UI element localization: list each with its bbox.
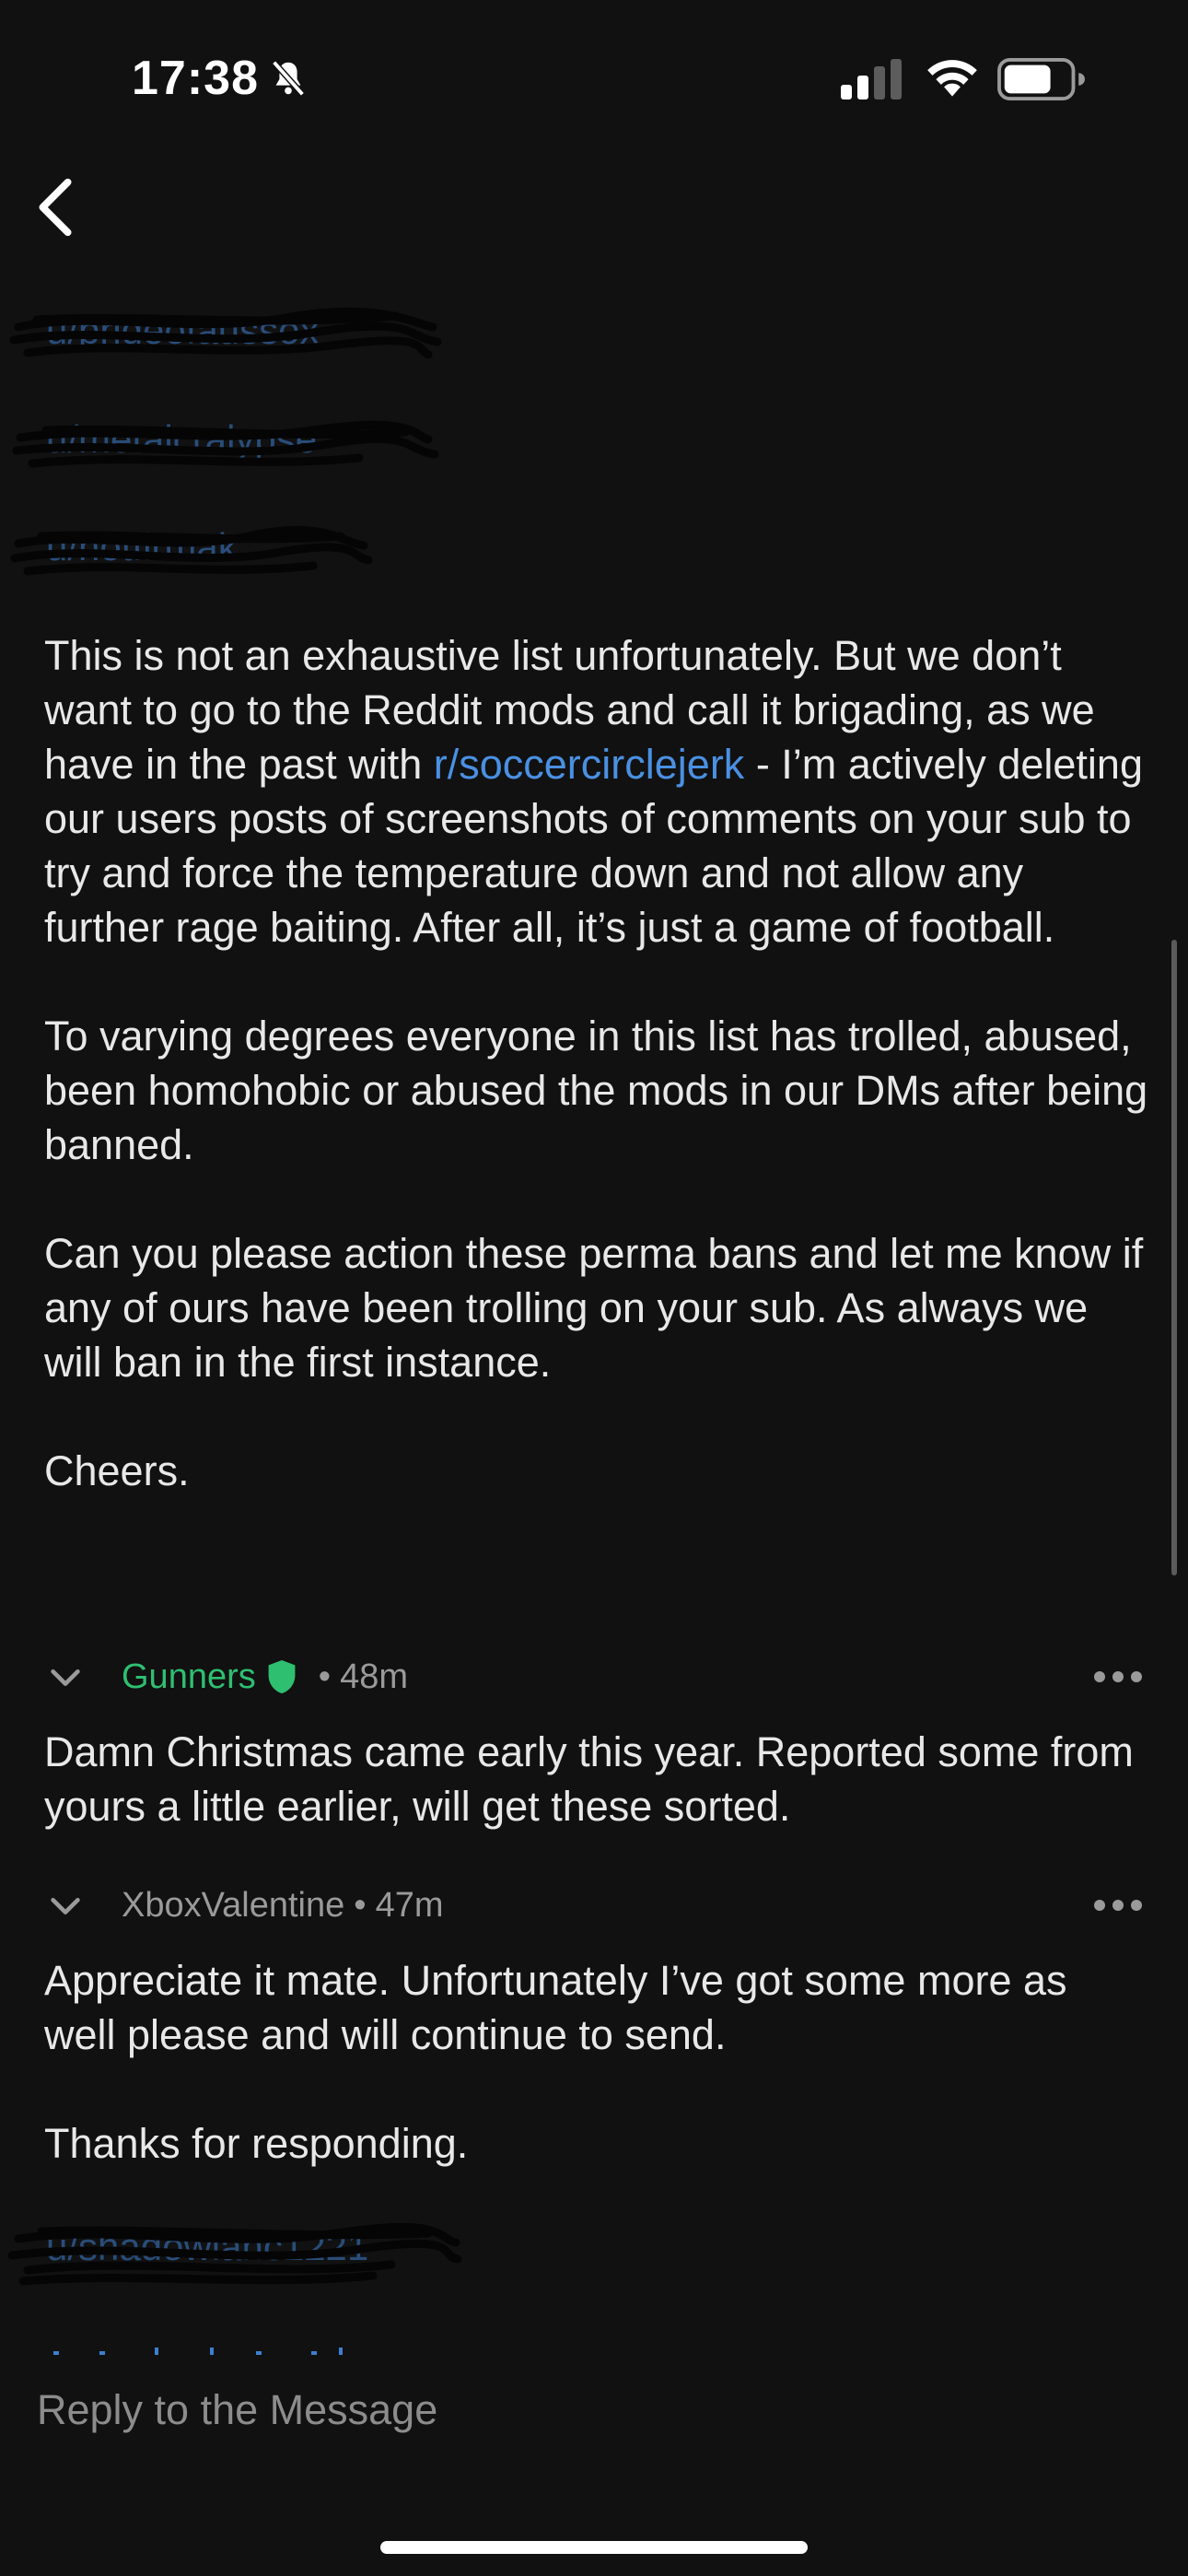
reply-input[interactable]: Reply to the Message <box>37 2386 437 2434</box>
scribble-overlay <box>12 420 439 468</box>
status-bar: 17:38 <box>0 0 1188 157</box>
comment-paragraph: Appreciate it mate. Unfortunately I’ve g… <box>44 1957 1067 2058</box>
redacted-user-link[interactable]: u/prideofaussox <box>9 307 442 364</box>
comment-body: Damn Christmas came early this year. Rep… <box>44 1725 1149 1888</box>
more-options-icon[interactable] <box>1092 1668 1144 1686</box>
home-indicator[interactable] <box>380 2541 808 2554</box>
comment-age: 48m <box>340 1657 408 1696</box>
collapse-chevron-icon[interactable] <box>44 1656 87 1698</box>
wifi-icon <box>927 60 977 97</box>
message-body: This is not an exhaustive list unfortuna… <box>44 628 1149 1552</box>
battery-icon <box>997 58 1085 100</box>
partial-link-fragment <box>53 2348 343 2355</box>
more-options-icon[interactable] <box>1092 1896 1144 1914</box>
comment-author[interactable]: Gunners <box>122 1657 256 1697</box>
mod-shield-icon <box>268 1660 296 1693</box>
scribble-overlay <box>10 525 373 576</box>
status-time: 17:38 <box>132 52 259 105</box>
message-paragraph: Can you please action these perma bans a… <box>44 1230 1144 1386</box>
cellular-signal-icon <box>841 59 902 100</box>
separator-dot: • <box>318 1657 332 1696</box>
comment-author[interactable]: XboxValentine <box>122 1886 344 1926</box>
message-paragraph: Cheers. <box>44 1447 190 1494</box>
comment-header: Gunners • 48m <box>44 1649 408 1704</box>
comment-paragraph: Damn Christmas came early this year. Rep… <box>44 1728 1134 1830</box>
redacted-user-link[interactable]: u/shadowlanc1221 <box>7 2222 462 2286</box>
redacted-user-link[interactable]: u/metalcralypse <box>12 417 439 473</box>
scribble-overlay <box>7 2222 462 2286</box>
bell-muted-icon <box>272 60 305 97</box>
comment-header: XboxValentine • 47m <box>44 1878 443 1933</box>
message-paragraph: This is not an exhaustive list unfortuna… <box>44 628 1149 954</box>
subreddit-link[interactable]: r/soccercirclejerk <box>434 741 745 788</box>
comment-paragraph: Thanks for responding. <box>44 2120 469 2167</box>
scrollbar[interactable] <box>1171 940 1177 1575</box>
back-button[interactable] <box>28 175 83 240</box>
collapse-chevron-icon[interactable] <box>44 1884 87 1926</box>
redacted-user-link[interactable]: u/notfirmak <box>10 525 373 580</box>
comment-body: Appreciate it mate. Unfortunately I’ve g… <box>44 1953 1149 2225</box>
separator-dot: • <box>354 1885 367 1925</box>
scribble-overlay <box>9 307 442 359</box>
comment-age: 47m <box>375 1885 444 1925</box>
message-paragraph: To varying degrees everyone in this list… <box>44 1013 1148 1168</box>
